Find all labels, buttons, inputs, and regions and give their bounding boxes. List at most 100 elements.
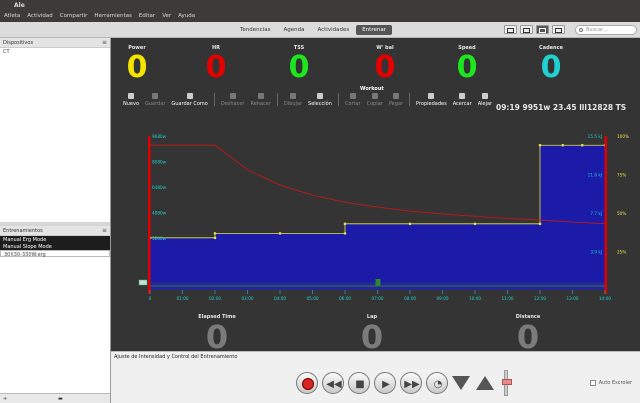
wbal-line [150, 144, 606, 225]
toolbar-label: Propiedades [416, 101, 447, 107]
checkbox-icon [589, 380, 596, 386]
sidebar: Dispositivos ≡ CT Entrenamientos ≡ Manua… [0, 38, 111, 403]
search-input[interactable]: Buscar... [575, 25, 637, 35]
propiedades-button[interactable]: Propiedades [416, 93, 447, 107]
x-tick-label: 01:00 [176, 296, 188, 301]
device-item[interactable]: CT [0, 48, 110, 56]
add-icon[interactable]: + [3, 396, 7, 402]
increase-intensity-button[interactable] [476, 376, 494, 390]
rewind-icon: ◀◀ [326, 378, 342, 390]
copiar-button[interactable]: Copiar [367, 93, 383, 107]
devices-list: CT [0, 48, 110, 222]
toolbar-separator [276, 93, 278, 106]
acercar-button[interactable]: Acercar [453, 93, 472, 107]
x-tick-label: 03:00 [241, 296, 253, 301]
toolbar-label: Copiar [366, 101, 383, 107]
menu-4[interactable]: Editar [139, 13, 155, 19]
selección-button[interactable]: Selección [308, 93, 332, 107]
fast-forward-button[interactable]: ▶▶ [400, 372, 422, 394]
menu-5[interactable]: Ver [162, 13, 171, 19]
power-point [213, 236, 217, 240]
toolbar-separator [409, 93, 411, 106]
toolbar-label: Guardar Como [171, 101, 208, 107]
play-button[interactable]: ▶ [374, 372, 396, 394]
toggle-sidebar-button[interactable] [504, 25, 517, 34]
x-tick-label: 10:00 [469, 296, 481, 301]
alejar-button[interactable]: Alejar [478, 93, 492, 107]
view-tabs: Tendencias Agenda Actividades Entrenar [234, 25, 393, 35]
dibujar-button[interactable]: Dibujar [284, 93, 302, 107]
toggle-bottom-panel-button[interactable] [520, 25, 533, 34]
lap-icon: ◔ [433, 378, 443, 390]
rewind-button[interactable]: ◀◀ [322, 372, 344, 394]
stop-button[interactable]: ■ [348, 372, 370, 394]
y-tick-label: 4880w [152, 210, 167, 215]
x-tick-label: 04:00 [274, 296, 286, 301]
menu-6[interactable]: Ayuda [178, 13, 195, 19]
workout-toolbar: Nuevo Guardar Guardar Como Deshacer Rehacer D… [123, 93, 498, 107]
tab-agenda[interactable]: Agenda [277, 25, 310, 35]
auto-scroll-checkbox[interactable]: Auto Escroler [589, 380, 632, 386]
deshacer-button[interactable]: Deshacer [221, 93, 245, 107]
metric-hr: HR 0 [188, 45, 244, 83]
intensity-slider[interactable] [502, 370, 512, 396]
list-item[interactable]: Manual Erg Mode [0, 236, 110, 243]
toolbar-label: Cortar [344, 101, 361, 107]
menu-0[interactable]: Atleta [4, 13, 20, 19]
workout-title: Workout [360, 86, 384, 92]
zoom-out-icon [481, 93, 488, 99]
devices-menu-icon[interactable]: ≡ [102, 39, 107, 46]
x-tick-label: 11:00 [501, 296, 513, 301]
workout-readout: 09:19 9951w 23.45 lll12828 TS [496, 103, 627, 112]
kj-tick-label: 3.9 kJ [590, 250, 602, 255]
power-point [580, 143, 584, 147]
metric-lap: Lap 0 [344, 314, 400, 356]
tab-entrenar[interactable]: Entrenar [356, 25, 392, 35]
play-icon: ▶ [382, 378, 390, 390]
pct-tick-label: 50% [617, 211, 626, 216]
scope-view-button[interactable] [552, 25, 565, 34]
x-tick-label: 09:00 [436, 296, 448, 301]
y-tick-label: 8080w [152, 159, 167, 164]
toolbar-label: Acercar [452, 101, 472, 107]
cortar-button[interactable]: Cortar [345, 93, 361, 107]
metric-value: 0 [540, 50, 562, 85]
menu-2[interactable]: Compartir [60, 13, 88, 19]
workouts-menu-icon[interactable]: ≡ [102, 227, 107, 234]
menu-3[interactable]: Herramientas [94, 13, 131, 19]
metric-value: 0 [205, 318, 229, 356]
guardar-como-button[interactable]: Guardar Como [171, 93, 208, 107]
pegar-button[interactable]: Pegar [389, 93, 403, 107]
folder-icon[interactable]: ▬ [58, 396, 63, 402]
pct-tick-label: 25% [617, 250, 626, 255]
power-point [278, 232, 282, 235]
workout-chart[interactable]: 0 01:00 02:00 03:00 04:00 05:00 06:00 07:00 08:0… [125, 130, 635, 310]
toolbar-label: Rehacer [250, 101, 271, 107]
menu-1[interactable]: Actividad [27, 13, 53, 19]
draw-icon [290, 93, 296, 99]
tab-actividades[interactable]: Actividades [311, 25, 355, 35]
power-point [538, 222, 542, 226]
record-button[interactable] [296, 372, 318, 394]
power-point [343, 232, 347, 235]
list-item[interactable]: 30X30-330W.erg [0, 250, 110, 258]
metric-value: 0 [516, 318, 540, 356]
zoom-in-icon [459, 93, 466, 99]
cursor-marker [138, 279, 148, 286]
tiled-view-button[interactable] [536, 25, 549, 34]
tab-tendencias[interactable]: Tendencias [234, 25, 276, 35]
x-tick-label: 14:00 [599, 296, 611, 301]
nuevo-button[interactable]: Nuevo [123, 93, 139, 107]
window-title: Ale [14, 2, 25, 9]
layout-buttons [504, 25, 568, 34]
metric-speed: Speed 0 [439, 45, 495, 83]
rehacer-button[interactable]: Rehacer [251, 93, 271, 107]
list-item[interactable]: Manual Slope Mode [0, 243, 110, 250]
metric-value: 0 [360, 318, 384, 356]
x-tick-label: 07:00 [371, 296, 383, 301]
lap-marker [375, 279, 381, 286]
next-lap-button[interactable]: ◔ [426, 372, 448, 394]
decrease-intensity-button[interactable] [452, 376, 470, 390]
power-point [343, 222, 347, 226]
guardar-button[interactable]: Guardar [145, 93, 165, 107]
